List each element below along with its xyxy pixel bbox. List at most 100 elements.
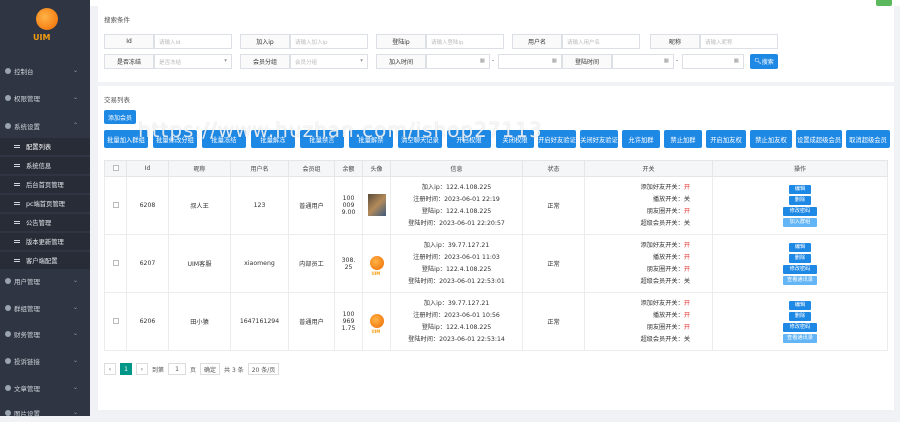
edit-button[interactable]: 编辑	[789, 184, 811, 194]
enable-friend-verify-button[interactable]: 开启好友验证	[538, 130, 576, 148]
page-button-current[interactable]: 1	[120, 363, 132, 375]
frozen-select[interactable]: 是否冻结 ▾	[154, 54, 232, 69]
change-password-button[interactable]: 修改密码	[783, 264, 817, 274]
sidebar-sub-pc-home[interactable]: pc端首页管理	[0, 195, 90, 212]
col-id[interactable]: Id	[126, 160, 169, 177]
batch-mute-button[interactable]: 批量禁言	[300, 130, 344, 148]
checkbox[interactable]	[112, 317, 119, 324]
delete-button[interactable]: 删除	[789, 195, 811, 205]
sidebar-sub-client[interactable]: 客户端配置	[0, 252, 90, 269]
sidebar-menu-articles[interactable]: 文章管理 ⌄	[0, 379, 90, 397]
col-ops: 操作	[712, 160, 888, 177]
change-password-button[interactable]: 修改密码	[783, 206, 817, 216]
col-username[interactable]: 用户名	[230, 160, 289, 177]
sidebar-menu-groups[interactable]: 群组管理 ⌄	[0, 299, 90, 317]
cell-switches: 添加好友开关：开 播放开关：关 朋友圈开关：开 超级会员开关：关	[584, 176, 713, 235]
batch-change-group-button[interactable]: 批量修改分组	[153, 130, 197, 148]
switch-play[interactable]: 播放开关：开	[585, 252, 712, 264]
switch-add-friend[interactable]: 添加好友开关：开	[585, 182, 712, 194]
col-status: 状态	[522, 160, 585, 177]
checkbox[interactable]	[112, 164, 119, 171]
disable-permission-button[interactable]: 关闭权限	[496, 130, 534, 148]
join-group-button[interactable]: 加入群组	[783, 217, 817, 227]
sidebar-sub-notice[interactable]: 公告管理	[0, 214, 90, 231]
sidebar-menu-finance[interactable]: 财务管理 ⌄	[0, 325, 90, 343]
sidebar-menu-dashboard[interactable]: 控制台 ⌄	[0, 62, 90, 80]
col-group[interactable]: 会员组	[288, 160, 335, 177]
switch-play[interactable]: 播放开关：开	[585, 310, 712, 322]
cancel-super-member-button[interactable]: 取消超级会员	[846, 130, 890, 148]
search-button[interactable]: 🔍︎ 搜索	[750, 54, 778, 69]
id-input[interactable]: 请输入id	[154, 34, 232, 49]
switch-super-member[interactable]: 超级会员开关：关	[585, 218, 712, 230]
user-icon	[5, 95, 11, 101]
delete-button[interactable]: 删除	[789, 253, 811, 263]
switch-super-member[interactable]: 超级会员开关：关	[585, 276, 712, 288]
edit-button[interactable]: 编辑	[789, 242, 811, 252]
batch-join-group-button[interactable]: 批量加入群组	[104, 130, 148, 148]
chevron-up-icon: ⌃	[72, 122, 78, 129]
sidebar-sub-version[interactable]: 版本更新管理	[0, 233, 90, 250]
sidebar-menu-permission[interactable]: 权限管理 ⌄	[0, 89, 90, 107]
change-password-button[interactable]: 修改密码	[783, 322, 817, 332]
disable-friend-verify-button[interactable]: 关闭好友验证	[580, 130, 618, 148]
batch-unmute-button[interactable]: 批量解禁	[349, 130, 393, 148]
delete-button[interactable]: 删除	[789, 311, 811, 321]
view-contacts-button[interactable]: 查看通讯录	[783, 275, 817, 285]
per-page-select[interactable]: 20 条/页	[247, 363, 280, 375]
next-page-button[interactable]: ›	[136, 363, 148, 375]
join-time-dash: -	[492, 57, 495, 64]
switch-super-member[interactable]: 超级会员开关：关	[585, 334, 712, 346]
table-row: 6208 叔人王 123 普通用户 100 009 9.00 加入ip：122.4.…	[104, 176, 888, 235]
switch-add-friend[interactable]: 添加好友开关：开	[585, 298, 712, 310]
forbid-join-group-button[interactable]: 禁止加群	[664, 130, 702, 148]
sidebar-menu-complaint[interactable]: 投诉链接 ⌄	[0, 352, 90, 370]
table-row: 6206 田小猿 1647161294 普通用户 100 969 1.75 UIM …	[104, 292, 888, 351]
enable-add-friend-button[interactable]: 开启加友权	[706, 130, 746, 148]
login-time-start[interactable]: ▦	[612, 54, 674, 69]
col-balance[interactable]: 余额	[334, 160, 363, 177]
switch-moments[interactable]: 朋友圈开关：开	[585, 322, 712, 334]
join-time-start[interactable]: ▦	[426, 54, 490, 69]
prev-page-button[interactable]: ‹	[104, 363, 116, 375]
forbid-add-friend-button[interactable]: 禁止加友权	[750, 130, 792, 148]
join-time-end[interactable]: ▦	[498, 54, 562, 69]
checkbox[interactable]	[112, 201, 119, 208]
view-contacts-button[interactable]: 查看通讯录	[783, 333, 817, 343]
sidebar-menu-settings[interactable]: 系统设置 ⌃	[0, 117, 90, 135]
batch-freeze-button[interactable]: 批量冻结	[202, 130, 246, 148]
enable-permission-button[interactable]: 开启权限	[447, 130, 491, 148]
login-time-end[interactable]: ▦	[682, 54, 744, 69]
sidebar-sub-sysinfo[interactable]: 系统信息	[0, 157, 90, 174]
member-group-select[interactable]: 会员分组 ▾	[290, 54, 368, 69]
goto-page-input[interactable]: 1	[168, 363, 187, 375]
batch-unfreeze-button[interactable]: 批量解冻	[251, 130, 295, 148]
col-nickname[interactable]: 昵称	[168, 160, 231, 177]
sidebar-menu-users[interactable]: 用户管理 ⌄	[0, 272, 90, 290]
switch-play[interactable]: 播放开关：关	[585, 194, 712, 206]
goto-confirm-button[interactable]: 确定	[200, 363, 221, 375]
set-super-member-button[interactable]: 设置成超级会员	[796, 130, 842, 148]
clear-chat-button[interactable]: 清空聊天记录	[398, 130, 442, 148]
checkbox[interactable]	[112, 259, 119, 266]
sidebar-sub-admin-home[interactable]: 后台首页管理	[0, 176, 90, 193]
row-checkbox[interactable]	[104, 176, 127, 235]
switch-add-friend[interactable]: 添加好友开关：开	[585, 240, 712, 252]
edit-button[interactable]: 编辑	[789, 300, 811, 310]
login-ip-input[interactable]: 请输入登陆ip	[426, 34, 504, 49]
allow-join-group-button[interactable]: 允许加群	[622, 130, 660, 148]
nickname-label: 昵称	[650, 34, 700, 49]
row-checkbox[interactable]	[104, 234, 127, 293]
add-member-button[interactable]: 添加会员	[104, 110, 136, 124]
row-checkbox[interactable]	[104, 292, 127, 351]
switch-moments[interactable]: 朋友圈开关：开	[585, 206, 712, 218]
app-logo-icon	[36, 8, 58, 30]
select-all-header[interactable]	[104, 160, 127, 177]
sidebar-sub-config[interactable]: 配置列表	[0, 138, 90, 155]
chevron-down-icon: ⌄	[72, 330, 78, 337]
username-input[interactable]: 请输入用户名	[562, 34, 640, 49]
nickname-input[interactable]: 请输入昵称	[700, 34, 778, 49]
join-ip-input[interactable]: 请输入加入ip	[290, 34, 368, 49]
switch-moments[interactable]: 朋友圈开关：开	[585, 264, 712, 276]
sidebar-menu-images[interactable]: 图片设置 ⌄	[0, 404, 90, 422]
